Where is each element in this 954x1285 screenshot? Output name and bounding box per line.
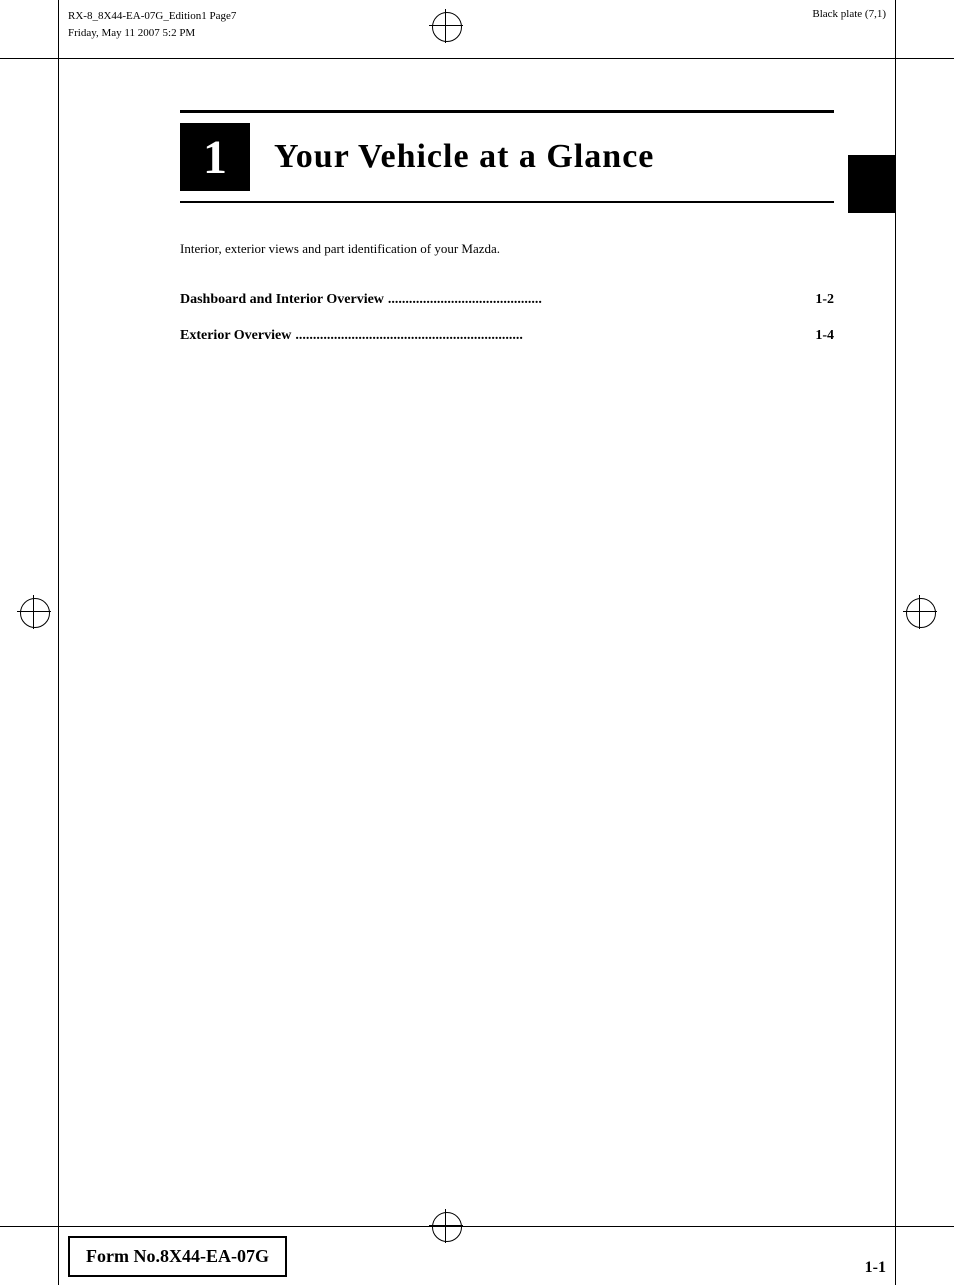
toc-dots-2: ........................................… — [295, 328, 811, 344]
reg-mark-right — [906, 598, 934, 626]
chapter-number: 1 — [203, 130, 227, 185]
chapter-header: 1 Your Vehicle at a Glance — [180, 110, 834, 203]
chapter-section: 1 Your Vehicle at a Glance Interior, ext… — [180, 110, 834, 364]
toc-entry-2: Exterior Overview ......................… — [180, 328, 834, 344]
border-left — [58, 0, 59, 1285]
page-header: RX-8_8X44-EA-07G_Edition1 Page7 Friday, … — [68, 8, 886, 41]
toc-title-2: Exterior Overview — [180, 328, 291, 344]
toc-dots-1: ........................................… — [388, 292, 811, 308]
footer-form-number: Form No.8X44-EA-07G — [68, 1236, 287, 1277]
header-left: RX-8_8X44-EA-07G_Edition1 Page7 Friday, … — [68, 8, 236, 41]
toc-page-2: 1-4 — [815, 328, 834, 344]
reg-mark-left — [20, 598, 48, 626]
header-plate-info: Black plate (7,1) — [812, 8, 886, 20]
footer-page-number: 1-1 — [865, 1259, 886, 1277]
chapter-number-box: 1 — [180, 123, 250, 191]
toc-entry-1: Dashboard and Interior Overview ........… — [180, 292, 834, 308]
chapter-tab — [848, 155, 896, 213]
header-date-info: Friday, May 11 2007 5:2 PM — [68, 25, 236, 42]
header-file-info: RX-8_8X44-EA-07G_Edition1 Page7 — [68, 8, 236, 25]
chapter-title: Your Vehicle at a Glance — [274, 138, 654, 176]
chapter-description: Interior, exterior views and part identi… — [180, 239, 834, 260]
page-footer: Form No.8X44-EA-07G 1-1 — [68, 1236, 886, 1277]
toc-title-1: Dashboard and Interior Overview — [180, 292, 384, 308]
toc-page-1: 1-2 — [815, 292, 834, 308]
border-bottom — [0, 1226, 954, 1227]
toc-section: Dashboard and Interior Overview ........… — [180, 292, 834, 344]
border-top — [0, 58, 954, 59]
